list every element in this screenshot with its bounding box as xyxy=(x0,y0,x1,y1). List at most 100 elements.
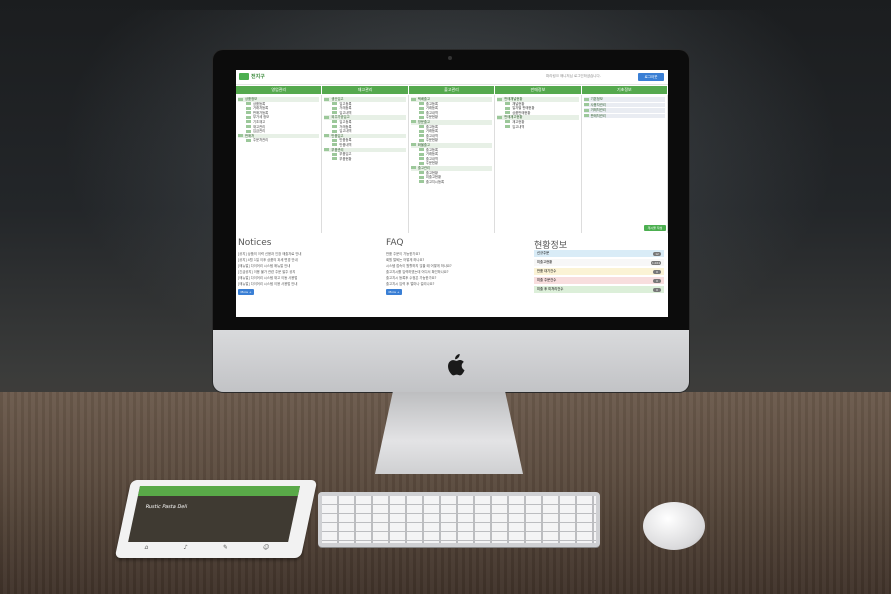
tablet-banner xyxy=(137,486,301,496)
notice-item[interactable]: [매뉴얼] 다이어리 시스템 매뉴얼 안내 xyxy=(238,263,290,268)
info-sections: Notices [공지] 상품의 이력 신용과 인장 매출자료 안내 [공지] … xyxy=(236,236,668,316)
status-row-returns[interactable]: 반품 대기건수 0 xyxy=(534,268,664,275)
status-row-unshipped[interactable]: 미출고현황 1,024 xyxy=(534,259,664,266)
keyboard xyxy=(318,492,600,547)
menu-item-label: 출고등록 xyxy=(425,124,438,129)
status-badge: 0 xyxy=(653,278,661,283)
menu-item-tag-icon xyxy=(505,102,511,106)
menu-item-tag-icon xyxy=(410,166,416,170)
menu-item-label: 입금관리 xyxy=(253,129,266,134)
main-menu: 영업관리 재고관리 출고관리 판매정보 기초정보 xyxy=(236,86,668,94)
menu-tab-stock[interactable]: 재고관리 xyxy=(322,86,409,94)
menu-item-label: 반품내역 xyxy=(339,142,352,147)
tablet-home-icon: ⌂ xyxy=(143,544,150,551)
notices-more-button[interactable]: More + xyxy=(238,289,254,295)
menu-item-tag-icon xyxy=(324,148,330,152)
menu-item-label: 출고등록 xyxy=(425,147,438,152)
status-row-pending[interactable]: 미출 주문건수 0 xyxy=(534,277,664,284)
menu-item-label: 사용자관리 xyxy=(590,102,606,107)
menu-item-label: 거래등록 xyxy=(339,124,352,129)
status-row-unprocessed[interactable]: 미출 후 미처리건수 0 xyxy=(534,286,664,293)
notice-item[interactable]: [공지] 상품의 이력 신용과 인장 매출자료 안내 xyxy=(238,251,301,256)
menu-item-label: 반품등록 xyxy=(339,138,352,143)
monitor-screen: 전지구 파리링크 매니저님 로그인하셨습니다. 로그아웃 영업관리 재고관리 출… xyxy=(236,70,668,317)
logo-text: 전지구 xyxy=(251,74,265,80)
menu-item-label: 판매처관리 xyxy=(590,113,606,118)
menu-item-label: 출고등록 xyxy=(425,101,438,106)
keyboard-keys xyxy=(322,496,596,543)
menu-item[interactable]: 기본정보 xyxy=(583,97,666,102)
tablet-music-icon: ♪ xyxy=(182,544,189,551)
menu-item-tag-icon xyxy=(418,161,424,165)
menu-item-label: 거래등록 xyxy=(425,106,438,111)
menu-item[interactable]: 거래처관리 xyxy=(583,108,666,113)
faq-item[interactable]: 출고지시를 입력하였는데 어디서 확인하나요? xyxy=(386,269,449,274)
menu-item-label: 거래등록 xyxy=(425,152,438,157)
menu-item-tag-icon xyxy=(418,102,424,106)
mouse xyxy=(643,502,705,550)
menu-item-label: 거래처등록 xyxy=(253,106,269,111)
faq-item[interactable]: 반품 주문이 가능한가요? xyxy=(386,251,420,256)
menu-item-tag-icon xyxy=(332,157,338,161)
menu-item-tag-icon xyxy=(324,97,330,101)
menu-item-label: 판매채널현황 xyxy=(504,97,523,101)
menu-item-tag-icon xyxy=(418,125,424,129)
faq-item[interactable]: 출고지시 등록후 수정은 가능한가요? xyxy=(386,275,436,280)
write-post-button[interactable]: 게시물 작성 xyxy=(644,225,666,231)
menu-item-label: 거래등록 xyxy=(339,106,352,111)
menu-item-label: 입고내역 xyxy=(339,129,352,134)
menu-columns: 상품정보 상품등록 거래처등록 판매가등록 부가세 정보 기초재고 재고관리 입금관리 판매처 주… xyxy=(236,95,668,233)
notice-item[interactable]: [매뉴얼] 다이어리 시스템 재고 이동 사용법 xyxy=(238,275,297,280)
menu-item-label: 입고등록 xyxy=(339,119,352,124)
menu-item[interactable]: 주문처관리 xyxy=(238,138,319,143)
menu-item-tag-icon xyxy=(418,129,424,133)
menu-item-tag-icon xyxy=(332,143,338,147)
menu-item-tag-icon xyxy=(246,115,251,119)
menu-tab-sales[interactable]: 영업관리 xyxy=(236,86,323,94)
menu-item-label: 재고관리 xyxy=(253,124,266,129)
menu-item[interactable]: 부품현황 xyxy=(324,157,405,162)
tablet-people-icon: ☺ xyxy=(262,544,271,551)
menu-tab-sales-info[interactable]: 판매정보 xyxy=(495,86,582,94)
menu-tab-basic-info[interactable]: 기초정보 xyxy=(581,86,668,94)
menu-item-label: 주문현황 xyxy=(425,138,438,143)
menu-item[interactable]: 출고지시등록 xyxy=(411,180,492,185)
menu-item[interactable]: 판매처관리 xyxy=(583,113,666,119)
faq-item[interactable]: 시스템 접속이 원활하지 않을 때 어떻게 하나요? xyxy=(386,263,452,268)
menu-item[interactable]: 사용자관리 xyxy=(583,102,666,108)
monitor-stand xyxy=(375,392,523,474)
menu-item-tag-icon xyxy=(418,175,424,179)
menu-item-tag-icon xyxy=(332,138,338,142)
menu-item-label: 생산입고 xyxy=(331,97,344,101)
faq-item[interactable]: 출고지시 입력 후 얼마나 걸리나요? xyxy=(386,281,434,286)
site-header: 전지구 파리링크 매니저님 로그인하셨습니다. 로그아웃 xyxy=(236,70,668,85)
site-logo[interactable]: 전지구 xyxy=(239,73,265,81)
status-badge: 12 xyxy=(653,251,661,256)
status-badge: 1,024 xyxy=(650,260,661,265)
menu-item-tag-icon xyxy=(246,129,251,133)
menu-item-tag-icon xyxy=(583,103,589,107)
menu-item-tag-icon xyxy=(583,97,589,101)
menu-item-tag-icon xyxy=(418,134,424,138)
menu-item-tag-icon xyxy=(583,108,589,112)
menu-item-tag-icon xyxy=(246,106,251,110)
menu-item-tag-icon xyxy=(246,111,251,115)
faq-item[interactable]: 회원 탈퇴는 어떻게 하나요? xyxy=(386,257,424,262)
menu-item-label: 방문출고 xyxy=(417,119,430,124)
menu-item-label: 출고관리 xyxy=(417,165,430,170)
faq-more-button[interactable]: More + xyxy=(386,289,402,295)
logout-button[interactable]: 로그아웃 xyxy=(638,73,664,81)
notice-item[interactable]: [매뉴얼] 다이어리 시스템 이용 사용법 안내 xyxy=(238,281,297,286)
menu-item-label: 상품정보 xyxy=(245,97,258,101)
status-row-new-orders[interactable]: 신규주문 12 xyxy=(534,250,664,257)
menu-item[interactable]: 입고내역 xyxy=(497,125,578,130)
menu-item-label: 미출고현황 xyxy=(425,175,441,180)
menu-item-tag-icon xyxy=(583,114,589,118)
menu-item-tag-icon xyxy=(332,102,338,106)
notice-item[interactable]: [긴급공지] 이용 불가 관련 주문 발주 공지 xyxy=(238,269,295,274)
notice-item[interactable]: [공지] 4월 1일 이후 상품의 과세 변경 안내 xyxy=(238,257,298,262)
menu-item-tag-icon xyxy=(324,115,330,119)
menu-column: 기본정보 사용자관리 거래처관리 판매처관리 xyxy=(582,95,668,233)
menu-tab-shipping[interactable]: 출고관리 xyxy=(408,86,496,94)
menu-item-label: 부품입고 xyxy=(339,152,352,157)
